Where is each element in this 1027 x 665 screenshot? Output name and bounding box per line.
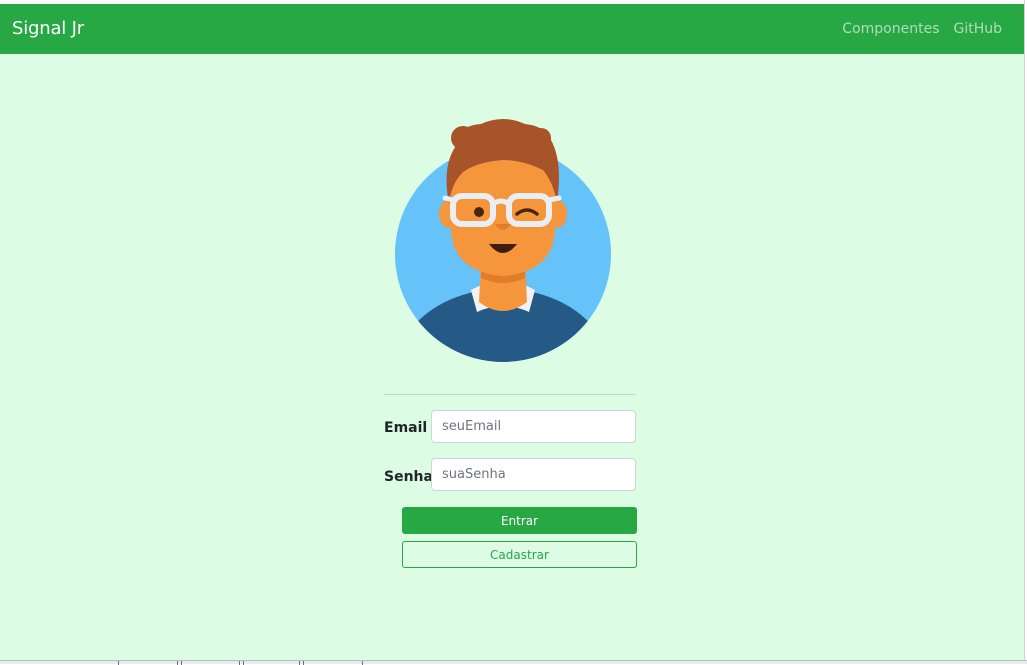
navbar: Signal Jr Componentes GitHub [0,4,1024,54]
nav-link-github[interactable]: GitHub [953,21,1002,37]
avatar-icon [395,119,611,362]
register-button[interactable]: Cadastrar [402,541,637,568]
avatar [393,112,613,362]
taskbar-tab[interactable] [181,661,240,665]
password-field[interactable] [431,458,636,491]
password-label: Senha [384,469,433,485]
nav-link-componentes[interactable]: Componentes [842,21,939,37]
page-background: Signal Jr Componentes GitHub Email seuEm… [0,4,1024,660]
taskbar-tab[interactable] [243,661,300,665]
divider [384,394,636,395]
nav-links: Componentes GitHub [842,21,1002,37]
email-field[interactable] [431,410,636,443]
taskbar-tab[interactable] [303,661,363,665]
taskbar-strip [0,660,1027,665]
brand-link[interactable]: Signal Jr [12,18,84,39]
taskbar-tab[interactable] [118,661,178,665]
login-button[interactable]: Entrar [402,507,637,534]
email-label: Email [384,420,428,436]
